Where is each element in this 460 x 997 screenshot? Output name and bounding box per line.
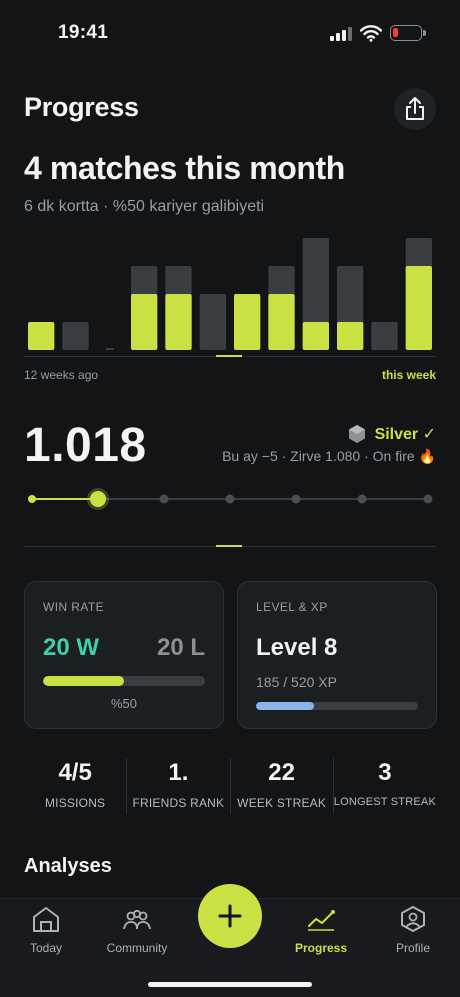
rating-progress-track[interactable]: [24, 484, 436, 514]
week-bar-empty: [105, 348, 114, 350]
share-icon: [406, 97, 424, 120]
xp-bar: [256, 702, 418, 710]
week-bar-won: [302, 322, 329, 350]
xp-value: 185 / 520 XP: [256, 674, 337, 690]
tier-label: Silver ✓: [374, 426, 436, 443]
home-indicator: [148, 982, 312, 987]
tab-today[interactable]: Today: [6, 905, 86, 955]
xp-bar-fill: [256, 702, 314, 710]
weekly-matches-chart: [28, 238, 432, 350]
tab-label: Community: [106, 941, 168, 955]
track-step: [28, 495, 36, 503]
week-bar-total: [371, 322, 398, 350]
week-bar-won: [234, 294, 261, 350]
track-step: [159, 494, 169, 504]
tab-profile[interactable]: Profile: [373, 905, 453, 955]
month-summary-headline: 4 matches this month: [24, 150, 345, 186]
week-bar-won: [131, 294, 158, 350]
win-rate-label: WIN RATE: [43, 600, 104, 614]
stat-value: 22: [268, 759, 295, 786]
home-icon: [33, 907, 59, 932]
stat-value: 1.: [168, 759, 189, 786]
tab-label: Profile: [395, 941, 430, 955]
level-value: Level 8: [256, 634, 338, 661]
chart-line-icon: [308, 910, 335, 931]
month-summary-subline: 6 dk kortta · %50 kariyer galibiyeti: [24, 198, 265, 215]
rating-value: 1.018: [24, 419, 147, 472]
add-match-button[interactable]: [198, 884, 262, 948]
track-current-step: [90, 491, 106, 507]
analyses-section-title: Analyses: [24, 855, 112, 877]
week-bar-won: [405, 266, 432, 350]
share-button[interactable]: [394, 88, 436, 130]
level-xp-card[interactable]: LEVEL & XP Level 8 185 / 520 XP: [237, 581, 437, 729]
wins-count: 20 W: [43, 634, 100, 661]
rating-detail: Bu ay −5 · Zirve 1.080 · On fire 🔥: [222, 448, 436, 464]
week-bar-won: [165, 294, 192, 350]
chart-page-indicator: [216, 355, 242, 357]
week-bar-won: [268, 294, 295, 350]
tab-label: Progress: [294, 941, 348, 955]
wifi-icon: [360, 25, 382, 42]
status-time: 19:41: [58, 22, 109, 43]
profile-icon: [401, 906, 425, 932]
plus-icon: [218, 904, 242, 928]
track-step: [225, 494, 235, 504]
win-rate-percent: %50: [110, 696, 138, 711]
win-rate-bar-fill: [43, 676, 124, 686]
tab-progress[interactable]: Progress: [281, 905, 361, 955]
stat-missions[interactable]: 4/5 MISSIONS: [24, 758, 126, 814]
win-rate-card[interactable]: WIN RATE 20 W 20 L %50: [24, 581, 224, 729]
tier-badge[interactable]: Silver ✓: [347, 424, 436, 444]
week-bar-won: [337, 322, 364, 350]
stat-week-streak[interactable]: 22 WEEK STREAK: [229, 758, 333, 814]
stat-label: LONGEST STREAK: [333, 796, 436, 808]
week-bar-total: [199, 294, 226, 350]
cellular-signal-icon: [330, 27, 352, 41]
hexagon-icon: [348, 425, 365, 443]
stat-label: FRIENDS RANK: [132, 796, 225, 810]
stat-value: 3: [378, 759, 392, 786]
people-icon: [123, 909, 151, 930]
win-rate-bar: [43, 676, 205, 686]
track-step: [357, 494, 367, 504]
chart-end-label: this week: [381, 368, 436, 382]
stat-label: MISSIONS: [44, 796, 106, 810]
stat-friends-rank[interactable]: 1. FRIENDS RANK: [126, 758, 229, 814]
page-title: Progress: [24, 92, 139, 122]
week-bar-total: [62, 322, 89, 350]
stats-row: 4/5 MISSIONS 1. FRIENDS RANK 22 WEEK STR…: [24, 758, 436, 814]
chart-start-label: 12 weeks ago: [24, 368, 99, 382]
tab-community[interactable]: Community: [97, 905, 177, 955]
stat-value: 4/5: [58, 759, 92, 786]
stat-label: WEEK STREAK: [237, 796, 327, 810]
battery-icon: [390, 25, 426, 41]
stat-longest-streak[interactable]: 3 LONGEST STREAK: [332, 758, 436, 814]
week-bar-won: [28, 322, 55, 350]
track-step: [423, 494, 433, 504]
track-step: [291, 494, 301, 504]
tab-label: Today: [29, 941, 63, 955]
losses-count: 20 L: [156, 634, 205, 661]
divider-page-indicator: [216, 545, 242, 547]
level-xp-label: LEVEL & XP: [256, 600, 328, 614]
